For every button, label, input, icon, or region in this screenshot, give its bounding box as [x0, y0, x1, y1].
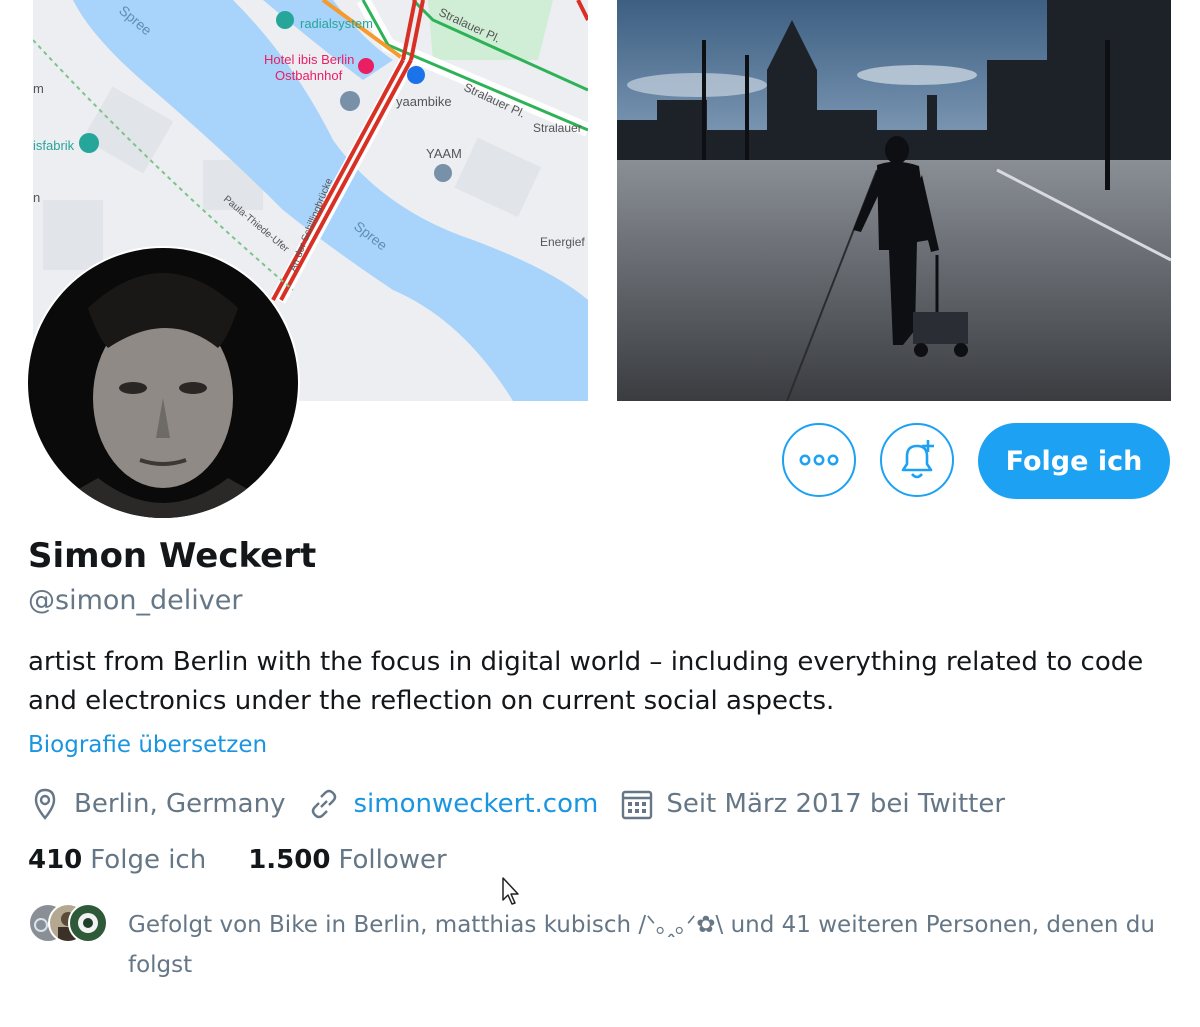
following-label: Folge ich	[90, 845, 207, 875]
map-label-yaam: YAAM	[426, 146, 462, 161]
location-pin-icon	[34, 788, 56, 820]
followers-count: 1.500	[248, 845, 331, 875]
followers-label: Follower	[338, 845, 447, 875]
profile-stats: 410 Folge ich 1.500 Follower	[28, 845, 489, 875]
profile-bio: artist from Berlin with the focus in dig…	[28, 647, 1144, 716]
profile-handle: @simon_deliver	[28, 585, 243, 616]
map-label-stralauer-right: Stralauer	[533, 121, 582, 135]
map-label-m: m	[33, 81, 44, 96]
avatar-image	[28, 248, 298, 518]
map-label-energie: Energief	[540, 235, 585, 249]
followed-by-avatars	[28, 903, 108, 943]
website-link[interactable]: simonweckert.com	[353, 789, 598, 819]
map-label-eisfabrik: isfabrik	[33, 138, 75, 153]
map-label-yaambike: yaambike	[396, 94, 452, 109]
map-label-hotel-2: Ostbahnhof	[275, 68, 343, 83]
following-stat[interactable]: 410 Folge ich	[28, 845, 206, 875]
map-label-radialsystem: radialsystem	[300, 16, 373, 31]
calendar-icon	[622, 790, 653, 820]
profile-avatar[interactable]	[26, 246, 300, 520]
profile-name: Simon Weckert	[28, 536, 317, 576]
location-text: Berlin, Germany	[74, 789, 286, 819]
bell-plus-icon	[901, 440, 934, 479]
mouse-cursor-icon	[502, 877, 519, 905]
following-button[interactable]: Folge ich	[978, 423, 1170, 499]
link-icon	[312, 789, 337, 819]
profile-website[interactable]: simonweckert.com	[307, 787, 598, 821]
more-dots-icon	[799, 454, 839, 466]
map-label-hotel-1: Hotel ibis Berlin	[264, 52, 354, 67]
translate-bio-link[interactable]: Biografie übersetzen	[28, 732, 267, 758]
map-label-n: n	[33, 190, 40, 205]
profile-joined: Seit März 2017 bei Twitter	[620, 787, 1005, 821]
followed-by-text: Gefolgt von Bike in Berlin, matthias kub…	[128, 912, 1155, 978]
followers-stat[interactable]: 1.500 Follower	[248, 845, 447, 875]
mini-avatar	[68, 903, 108, 943]
more-button[interactable]	[782, 423, 856, 497]
joined-text: Seit März 2017 bei Twitter	[666, 789, 1006, 819]
notifications-button[interactable]	[880, 423, 954, 497]
profile-location: Berlin, Germany	[28, 787, 285, 821]
banner-photo-image	[617, 0, 1171, 401]
following-count: 410	[28, 845, 83, 875]
profile-meta: Berlin, Germany simonweckert.com Seit Mä…	[28, 784, 1027, 824]
